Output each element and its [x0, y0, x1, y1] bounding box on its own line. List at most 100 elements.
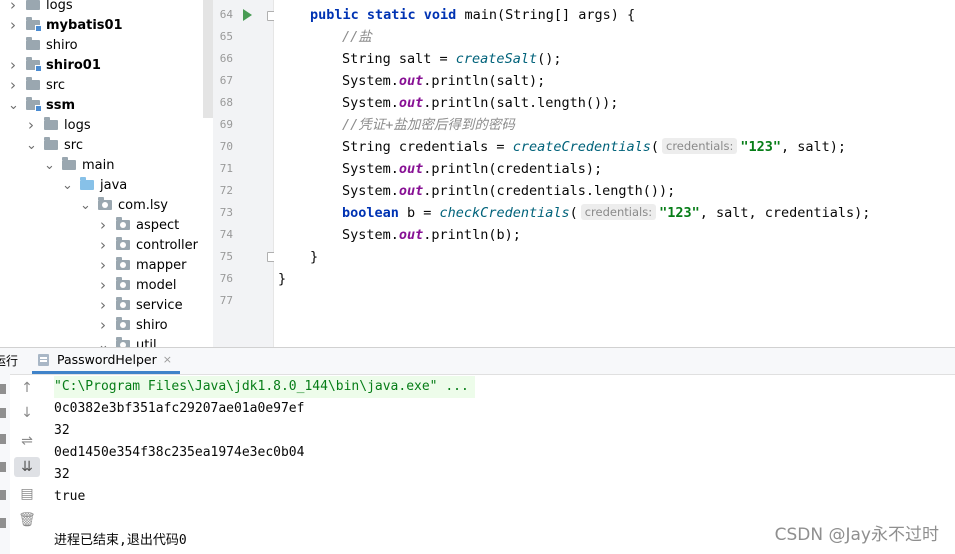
code-token: b =	[407, 205, 440, 221]
tree-item-shiro01[interactable]: › shiro01	[0, 55, 201, 75]
tree-item-com-lsy[interactable]: ⌄ com.lsy	[0, 195, 201, 215]
run-tab-passwordhelper[interactable]: PasswordHelper ×	[32, 348, 180, 374]
rerun-icon[interactable]	[0, 384, 6, 394]
code-token: out	[398, 227, 424, 243]
chevron-right-icon[interactable]: ›	[98, 296, 108, 314]
chevron-right-icon[interactable]: ›	[98, 276, 108, 294]
wrench-icon[interactable]	[0, 408, 6, 418]
tree-item-mapper[interactable]: › mapper	[0, 255, 201, 275]
line-number: 73	[219, 206, 233, 219]
code-line[interactable]: System.out.println(salt);	[342, 70, 545, 92]
tree-item-model[interactable]: › model	[0, 275, 201, 295]
code-line[interactable]: }	[278, 268, 286, 290]
chevron-right-icon[interactable]: ›	[98, 236, 108, 254]
code-token: System.	[342, 183, 399, 199]
code-token: .println(credentials.length());	[423, 183, 676, 199]
parameter-hint: credentials:	[662, 138, 738, 154]
code-line[interactable]: String credentials = createCredentials(c…	[342, 136, 846, 158]
code-line[interactable]: public static void main(String[] args) {	[310, 4, 635, 26]
tree-item-label: src	[46, 77, 65, 93]
code-token: checkCredentials	[439, 205, 570, 221]
code-token: }	[310, 249, 319, 265]
line-number: 71	[219, 162, 233, 175]
line-number: 68	[219, 96, 233, 109]
folder-icon	[44, 137, 58, 150]
code-line[interactable]: boolean b = checkCredentials(credentials…	[342, 202, 870, 224]
trash-icon[interactable]: 🗑	[14, 510, 40, 530]
tree-item-label: src	[64, 137, 83, 153]
chevron-right-icon[interactable]: ›	[8, 16, 18, 34]
tree-item-src[interactable]: ⌄ src	[0, 135, 201, 155]
code-line[interactable]: //凭证+盐加密后得到的密码	[342, 114, 515, 136]
line-number: 66	[219, 52, 233, 65]
chevron-down-icon[interactable]: ⌄	[26, 138, 37, 153]
run-panel-label: 运行:	[0, 354, 18, 368]
line-number: 76	[219, 272, 233, 285]
console-output-line: 0c0382e3bf351afc29207ae01a0e97ef	[54, 401, 305, 416]
close-icon[interactable]: ×	[163, 353, 172, 366]
chevron-right-icon[interactable]: ›	[8, 56, 18, 74]
chevron-down-icon[interactable]: ⌄	[44, 158, 55, 173]
scroll-to-end-icon[interactable]: ⇊	[14, 457, 40, 477]
code-token: ();	[537, 51, 562, 67]
tree-item-logs[interactable]: › logs	[0, 0, 201, 15]
chevron-right-icon[interactable]: ›	[8, 0, 18, 14]
chevron-right-icon[interactable]: ›	[98, 316, 108, 334]
chevron-down-icon[interactable]: ⌄	[80, 198, 91, 213]
code-token: "123"	[659, 205, 700, 221]
print-icon[interactable]: ▤	[14, 484, 40, 504]
run-panel: 运行: PasswordHelper × ↑ ↓ ⇌ ⇊ ▤ 🗑 "C:\Program …	[0, 347, 955, 554]
chevron-down-icon[interactable]: ⌄	[8, 98, 19, 113]
scroll-down-icon[interactable]: ↓	[14, 403, 40, 423]
tree-item-aspect[interactable]: › aspect	[0, 215, 201, 235]
tree-item-src[interactable]: › src	[0, 75, 201, 95]
chevron-right-icon[interactable]: ›	[26, 116, 36, 134]
code-line[interactable]: System.out.println(credentials);	[342, 158, 602, 180]
tree-item-controller[interactable]: › controller	[0, 235, 201, 255]
line-number: 74	[219, 228, 233, 241]
chevron-down-icon[interactable]: ⌄	[62, 178, 73, 193]
console-output-line: 32	[54, 467, 70, 482]
soft-wrap-icon[interactable]: ⇌	[14, 431, 40, 451]
tree-item-ssm[interactable]: ⌄ ssm	[0, 95, 201, 115]
tree-item-shiro[interactable]: › shiro	[0, 315, 201, 335]
chevron-down-icon[interactable]: ⌄	[98, 338, 109, 348]
code-line[interactable]: //盐	[342, 26, 372, 48]
chevron-right-icon[interactable]: ›	[98, 256, 108, 274]
pin-icon[interactable]	[0, 490, 6, 500]
package-icon	[116, 337, 130, 347]
run-config-icon	[38, 353, 49, 366]
line-number: 70	[219, 140, 233, 153]
tree-item-shiro[interactable]: ›shiro	[0, 35, 201, 55]
chevron-right-icon[interactable]: ›	[98, 216, 108, 234]
folder-icon	[44, 117, 58, 130]
code-token: boolean	[342, 205, 408, 221]
tree-item-service[interactable]: › service	[0, 295, 201, 315]
console-output-line: true	[54, 489, 86, 504]
module-folder-icon	[26, 17, 42, 32]
chevron-right-icon[interactable]: ›	[8, 76, 18, 94]
scroll-up-icon[interactable]: ↑	[14, 378, 40, 398]
code-line[interactable]: String salt = createSalt();	[342, 48, 561, 70]
code-line[interactable]: System.out.println(credentials.length())…	[342, 180, 675, 202]
code-line[interactable]: System.out.println(b);	[342, 224, 521, 246]
run-main-gutter-icon[interactable]	[243, 9, 252, 21]
package-icon	[98, 197, 112, 210]
code-line[interactable]: }	[310, 246, 318, 268]
tree-item-mybatis01[interactable]: › mybatis01	[0, 15, 201, 35]
tree-item-main[interactable]: ⌄ main	[0, 155, 201, 175]
code-editor[interactable]: public static void main(String[] args) {…	[274, 0, 955, 347]
tree-item-java[interactable]: ⌄ java	[0, 175, 201, 195]
code-line[interactable]: System.out.println(salt.length());	[342, 92, 618, 114]
tree-item-logs[interactable]: › logs	[0, 115, 201, 135]
layout-icon[interactable]	[0, 518, 6, 528]
tree-scrollbar[interactable]	[203, 0, 213, 118]
code-token: }	[278, 271, 287, 287]
camera-icon[interactable]	[0, 462, 6, 472]
line-number: 75	[219, 250, 233, 263]
tree-item-label: shiro	[136, 317, 168, 333]
tree-item-util[interactable]: ⌄ util	[0, 335, 201, 347]
folder-icon	[26, 37, 40, 50]
package-icon	[116, 257, 130, 270]
stop-icon[interactable]	[0, 434, 6, 444]
